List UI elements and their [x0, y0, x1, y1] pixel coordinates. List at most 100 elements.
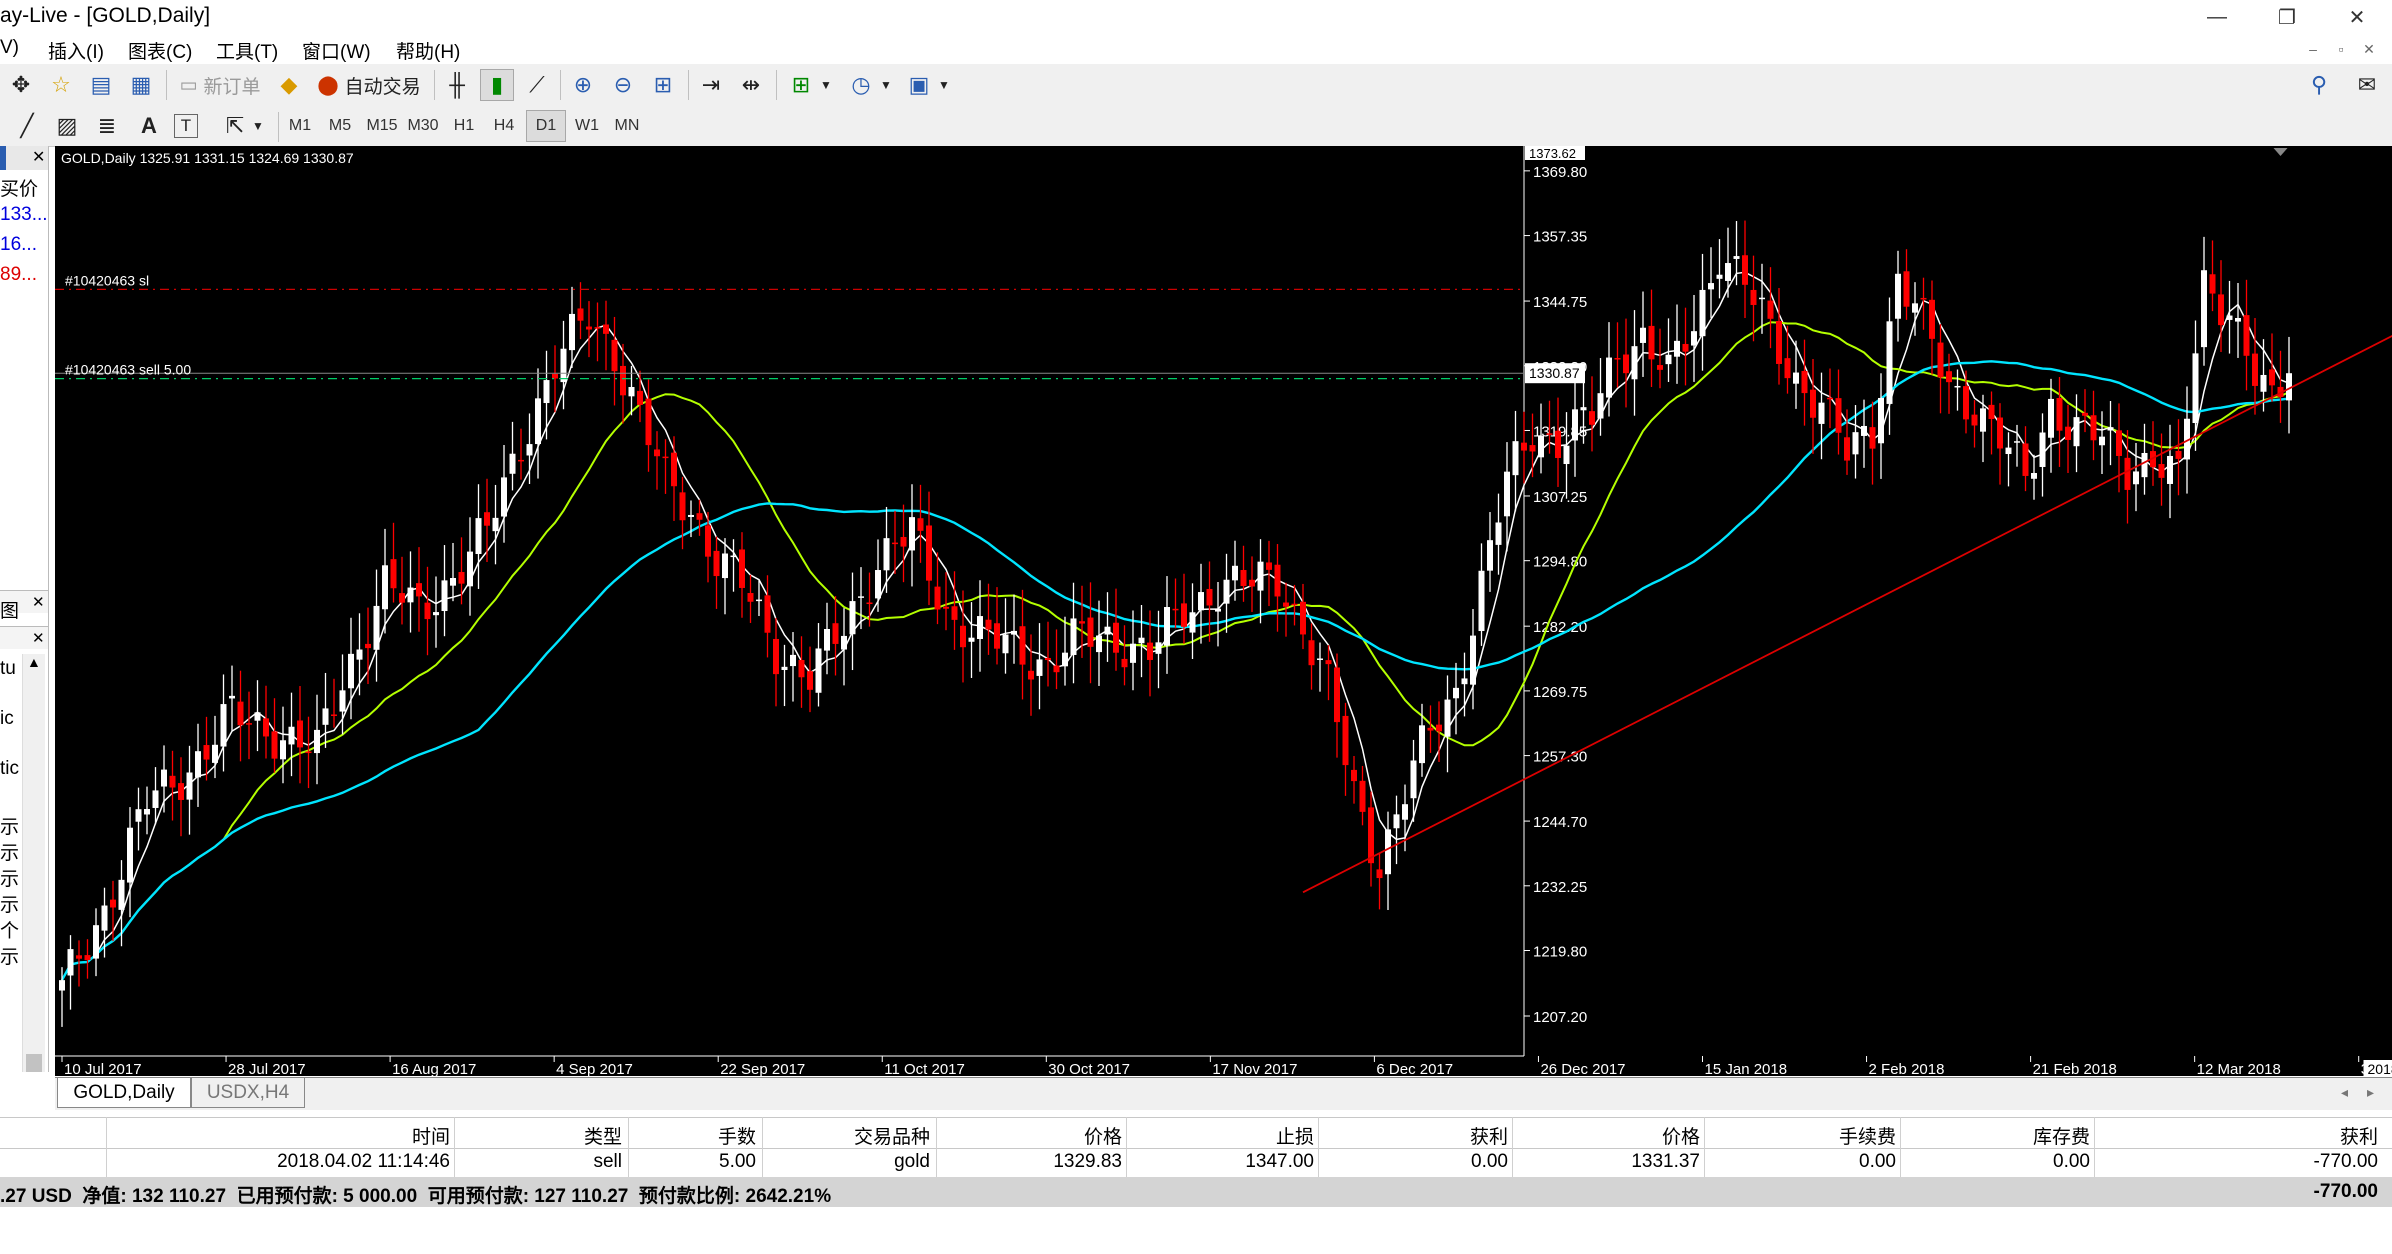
menu-insert[interactable]: 插入(I) — [48, 37, 104, 64]
periods-dropdown-icon[interactable]: ▼ — [878, 69, 894, 101]
col-current-price[interactable]: 价格 — [1662, 1122, 1700, 1149]
navigator-item[interactable]: 个 — [0, 916, 19, 943]
bar-chart-icon[interactable]: ╫ — [440, 69, 474, 101]
navigator-item[interactable]: 示 — [0, 838, 19, 865]
col-profit[interactable]: 获利 — [2340, 1122, 2378, 1149]
zoom-out-icon[interactable]: ⊖ — [606, 69, 640, 101]
order-stop-loss[interactable]: 1347.00 — [1245, 1151, 1314, 1173]
order-take-profit[interactable]: 0.00 — [1471, 1151, 1508, 1173]
minimize-button[interactable]: — — [2182, 0, 2252, 34]
tab-usdx-h4[interactable]: USDX,H4 — [191, 1078, 305, 1108]
candle — [195, 723, 201, 807]
menu-help[interactable]: 帮助(H) — [396, 37, 460, 64]
search-icon[interactable]: ⚲ — [2302, 69, 2336, 101]
col-symbol[interactable]: 交易品种 — [854, 1122, 930, 1149]
close-button[interactable]: ✕ — [2322, 0, 2392, 34]
tab-gold-daily[interactable]: GOLD,Daily — [57, 1078, 191, 1108]
periods-clock-icon[interactable]: ◷ — [844, 69, 878, 101]
scrollbar-thumb[interactable] — [26, 1054, 42, 1072]
panel-tab-label[interactable]: 图 — [0, 596, 19, 623]
chat-icon[interactable]: ✉ — [2350, 69, 2384, 101]
navigator-item[interactable]: 示 — [0, 812, 19, 839]
col-commission[interactable]: 手续费 — [1839, 1122, 1896, 1149]
crosshair-move-icon[interactable]: ✥ — [4, 69, 38, 101]
col-swap[interactable]: 库存费 — [2033, 1122, 2090, 1149]
tile-windows-icon[interactable]: ⊞ — [646, 69, 680, 101]
templates-dropdown-icon[interactable]: ▼ — [936, 69, 952, 101]
timeframe-h1[interactable]: H1 — [444, 110, 484, 142]
indicators-icon[interactable]: ⊞ — [784, 69, 818, 101]
col-price[interactable]: 价格 — [1084, 1122, 1122, 1149]
navigator-item[interactable]: tic — [0, 758, 19, 780]
auto-trading-button[interactable]: ⬤ 自动交易 — [312, 69, 426, 101]
col-stop-loss[interactable]: 止损 — [1276, 1122, 1314, 1149]
price-axis[interactable] — [1525, 146, 2392, 1076]
scroll-up-icon[interactable]: ▲ — [27, 654, 41, 670]
line-tool-icon[interactable]: ╱ — [10, 110, 44, 142]
navigator-item[interactable]: tu — [0, 658, 16, 680]
panel-close-icon[interactable]: ✕ — [32, 593, 45, 611]
navigator-item[interactable]: ic — [0, 708, 14, 730]
quote-bid[interactable]: 16... — [0, 234, 37, 256]
navigator-item[interactable]: 示 — [0, 890, 19, 917]
navigator-item[interactable]: 示 — [0, 864, 19, 891]
arrows-dropdown-icon[interactable]: ▼ — [250, 110, 266, 142]
table-row[interactable]: 2018.04.02 11:14:46 sell 5.00 gold 1329.… — [0, 1148, 2392, 1177]
restore-button[interactable]: ❐ — [2252, 0, 2322, 34]
candle — [569, 286, 575, 368]
metaeditor-icon[interactable]: ◆ — [272, 69, 306, 101]
menu-tools[interactable]: 工具(T) — [216, 37, 278, 64]
market-watch-close-icon[interactable]: ✕ — [32, 147, 45, 167]
candle — [433, 576, 439, 648]
navigator-close-icon[interactable]: ✕ — [32, 629, 45, 647]
timeframe-w1[interactable]: W1 — [567, 110, 607, 142]
navigator-icon[interactable]: ▦ — [124, 69, 158, 101]
market-watch-icon[interactable]: ▤ — [84, 69, 118, 101]
candle — [900, 504, 907, 583]
timeframe-mn[interactable]: MN — [607, 110, 647, 142]
timeframe-m30[interactable]: M30 — [403, 110, 443, 142]
label-tool-icon[interactable]: T — [174, 114, 198, 138]
terminal-panel: 时间 类型 手数 交易品种 价格 止损 获利 价格 手续费 库存费 获利 201… — [0, 1110, 2392, 1254]
templates-icon[interactable]: ▣ — [902, 69, 936, 101]
timeframe-m5[interactable]: M5 — [320, 110, 360, 142]
candle — [662, 439, 669, 494]
timeframe-m1[interactable]: M1 — [280, 110, 320, 142]
indicators-dropdown-icon[interactable]: ▼ — [818, 69, 834, 101]
col-take-profit[interactable]: 获利 — [1470, 1122, 1508, 1149]
arrows-tool-icon[interactable]: ⇱ — [218, 110, 252, 142]
timeframe-m15[interactable]: M15 — [362, 110, 402, 142]
price-chart[interactable]: 1207.201219.801232.251244.701257.301269.… — [55, 146, 2392, 1076]
chart-shift-icon[interactable]: ⇹ — [734, 69, 768, 101]
col-time[interactable]: 时间 — [412, 1122, 450, 1149]
quote-bid[interactable]: 89... — [0, 264, 37, 286]
tab-scroll-left-icon[interactable]: ◂ — [2341, 1084, 2348, 1101]
col-type[interactable]: 类型 — [584, 1122, 622, 1149]
candle — [1155, 610, 1162, 689]
fibonacci-tool-icon[interactable]: ≣ — [90, 110, 124, 142]
text-tool-icon[interactable]: A — [132, 110, 166, 142]
candle — [1189, 583, 1196, 660]
menu-window[interactable]: 窗口(W) — [302, 37, 371, 64]
timeframe-h4[interactable]: H4 — [484, 110, 524, 142]
quote-bid[interactable]: 133... — [0, 204, 48, 226]
favorites-icon[interactable]: ☆ — [44, 69, 78, 101]
chart-window[interactable]: 1207.20 1219.80 1232.25 1244.70 1257.30 1269.… — [55, 146, 2392, 1076]
navigator-scrollbar[interactable]: ▲ ▼ — [22, 654, 45, 1072]
col-volume[interactable]: 手数 — [718, 1122, 756, 1149]
tab-scroll-right-icon[interactable]: ▸ — [2367, 1084, 2374, 1101]
menu-view[interactable]: V) — [0, 37, 19, 59]
candlestick-chart-icon[interactable]: ▮ — [480, 69, 514, 101]
channel-tool-icon[interactable]: ▨ — [50, 110, 84, 142]
auto-scroll-icon[interactable]: ⇥ — [694, 69, 728, 101]
mdi-close-button[interactable]: ✕ — [2356, 38, 2382, 60]
new-order-button[interactable]: ▭ 新订单 — [174, 69, 266, 101]
x-tick-label: 26 Dec 2017 — [1540, 1061, 1625, 1076]
timeframe-d1[interactable]: D1 — [526, 110, 566, 142]
menu-charts[interactable]: 图表(C) — [128, 37, 192, 64]
zoom-in-icon[interactable]: ⊕ — [566, 69, 600, 101]
mdi-minimize-button[interactable]: – — [2300, 38, 2326, 60]
mdi-restore-button[interactable]: ▫ — [2328, 38, 2354, 60]
navigator-item[interactable]: 示 — [0, 942, 19, 969]
line-chart-icon[interactable]: ⟋ — [520, 69, 554, 101]
